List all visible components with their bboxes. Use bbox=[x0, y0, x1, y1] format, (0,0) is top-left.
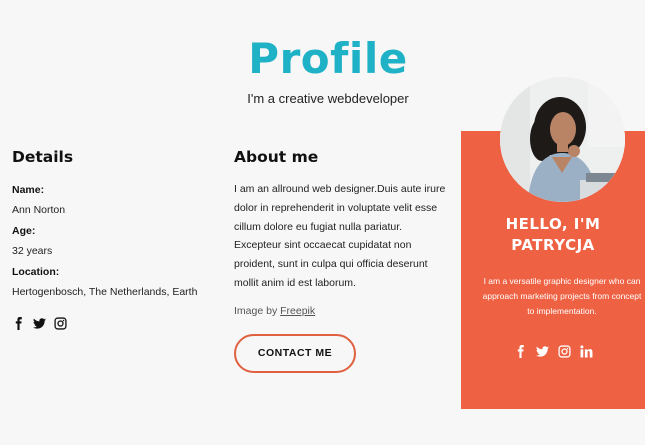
page-title: Profile bbox=[248, 34, 408, 83]
about-section: About me I am an allround web designer.D… bbox=[234, 148, 449, 373]
image-credit: Image by Freepik bbox=[234, 305, 449, 317]
twitter-icon[interactable] bbox=[33, 317, 46, 330]
details-social-links bbox=[12, 317, 222, 330]
name-label: Name: bbox=[12, 184, 45, 196]
location-value: Hertogenbosch, The Netherlands, Earth bbox=[12, 286, 198, 298]
age-value: 32 years bbox=[12, 245, 53, 257]
details-section: Details Name: Ann Norton Age: 32 years L… bbox=[12, 148, 222, 330]
about-text: I am an allround web designer.Duis aute … bbox=[234, 183, 446, 289]
details-heading: Details bbox=[12, 148, 74, 166]
twitter-icon[interactable] bbox=[535, 345, 549, 358]
card-social-links bbox=[461, 345, 645, 358]
age-label: Age: bbox=[12, 225, 36, 237]
facebook-icon[interactable] bbox=[12, 317, 25, 330]
instagram-icon[interactable] bbox=[54, 317, 67, 330]
credit-prefix: Image by bbox=[234, 304, 278, 317]
instagram-icon[interactable] bbox=[557, 345, 571, 358]
location-label: Location: bbox=[12, 266, 60, 278]
card-text: I am a versatile graphic designer who ca… bbox=[482, 276, 642, 316]
linkedin-icon[interactable] bbox=[579, 345, 593, 358]
contact-me-button[interactable]: CONTACT ME bbox=[234, 333, 356, 373]
freepik-link[interactable]: Freepik bbox=[280, 305, 315, 317]
card-title: HELLO, I'M PATRYCJA bbox=[505, 215, 601, 254]
name-value: Ann Norton bbox=[12, 204, 66, 216]
facebook-icon[interactable] bbox=[514, 345, 527, 358]
avatar bbox=[500, 77, 625, 202]
about-heading: About me bbox=[234, 148, 319, 166]
